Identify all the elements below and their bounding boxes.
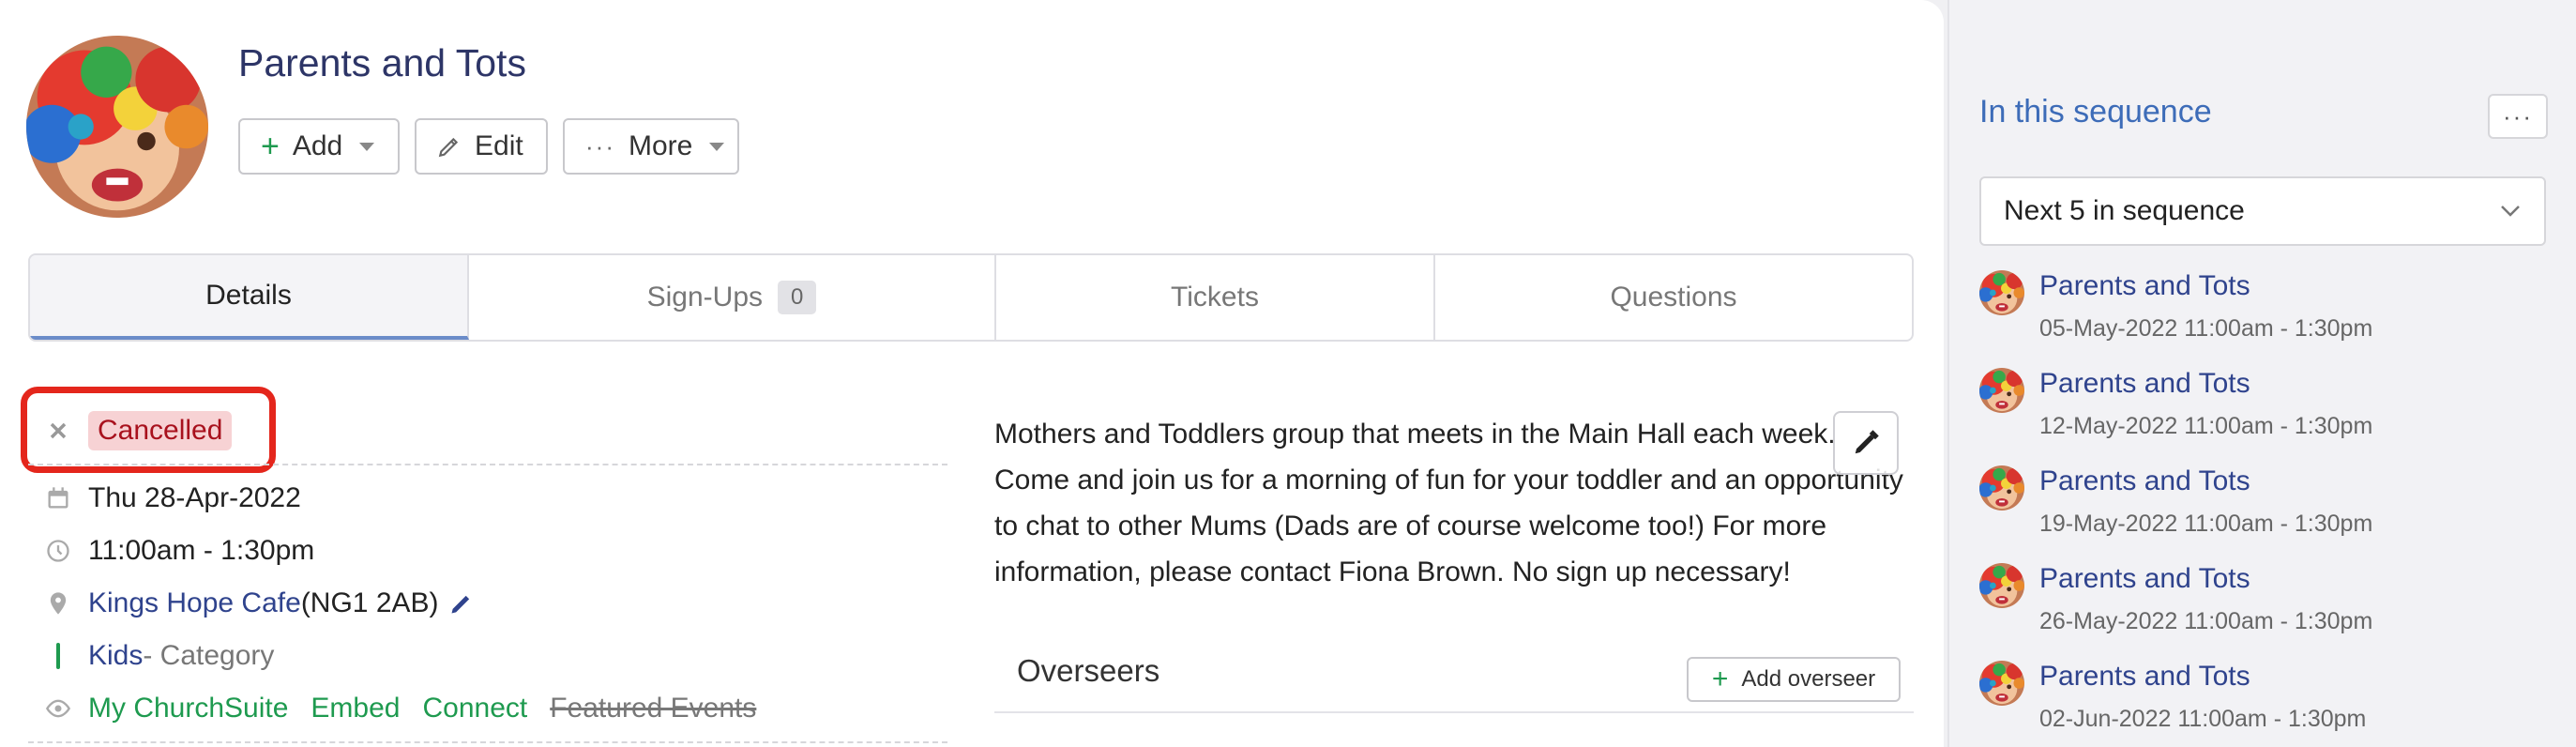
calendar-icon xyxy=(28,485,88,511)
sequence-item-date: 26-May-2022 11:00am - 1:30pm xyxy=(2039,608,2373,634)
tab-tickets[interactable]: Tickets xyxy=(996,255,1435,340)
page-title: Parents and Tots xyxy=(238,41,526,84)
sequence-item[interactable]: Parents and Tots 12-May-2022 11:00am - 1… xyxy=(1979,368,2542,454)
caret-down-icon xyxy=(709,142,725,151)
child-painted-hands-avatar-icon xyxy=(1979,563,2024,608)
add-overseer-button[interactable]: + Add overseer xyxy=(1687,657,1901,702)
sequence-item-avatar xyxy=(1979,465,2024,511)
tab-label: Tickets xyxy=(1171,282,1259,313)
sequence-item[interactable]: Parents and Tots 02-Jun-2022 11:00am - 1… xyxy=(1979,661,2542,747)
location-postcode: (NG1 2AB) xyxy=(300,587,439,618)
sequence-more-button[interactable]: ··· xyxy=(2488,94,2548,139)
sequence-item-name: Parents and Tots xyxy=(2039,465,2250,496)
add-button-label: Add xyxy=(292,130,343,161)
divider xyxy=(28,741,947,743)
edit-button[interactable]: Edit xyxy=(415,118,548,175)
event-time: 11:00am - 1:30pm xyxy=(88,535,315,566)
event-description: Mothers and Toddlers group that meets in… xyxy=(994,419,1903,587)
sequence-item-date: 02-Jun-2022 11:00am - 1:30pm xyxy=(2039,706,2367,732)
category-row: Kids - Category xyxy=(28,640,947,672)
child-painted-hands-avatar-icon xyxy=(26,36,208,218)
child-painted-hands-avatar-icon xyxy=(1979,368,2024,413)
event-date: Thu 28-Apr-2022 xyxy=(88,482,301,513)
sequence-item-avatar xyxy=(1979,270,2024,315)
pencil-icon xyxy=(438,137,459,158)
sign-ups-count-badge: 0 xyxy=(778,281,817,314)
date-row: Thu 28-Apr-2022 xyxy=(28,482,947,514)
eye-icon xyxy=(28,695,88,722)
divider xyxy=(28,464,947,465)
child-painted-hands-avatar-icon xyxy=(1979,661,2024,706)
visibility-embed: Embed xyxy=(311,693,401,724)
sequence-item-name: Parents and Tots xyxy=(2039,368,2250,399)
sequence-item-avatar xyxy=(1979,563,2024,608)
add-overseer-label: Add overseer xyxy=(1741,666,1876,692)
edit-button-label: Edit xyxy=(475,130,523,161)
location-row: Kings Hope Cafe (NG1 2AB) xyxy=(28,587,947,619)
map-pin-icon xyxy=(28,590,88,617)
location-link[interactable]: Kings Hope Cafe xyxy=(88,587,301,619)
category-color-bar-icon xyxy=(28,643,88,669)
sequence-item-date: 19-May-2022 11:00am - 1:30pm xyxy=(2039,511,2373,537)
visibility-featured-events: Featured Events xyxy=(550,693,757,724)
child-painted-hands-avatar-icon xyxy=(1979,270,2024,315)
event-tabs: Details Sign-Ups 0 Tickets Questions xyxy=(28,253,1914,342)
edit-description-button[interactable] xyxy=(1833,411,1899,475)
add-button[interactable]: + Add xyxy=(238,118,400,175)
sequence-item-date: 05-May-2022 11:00am - 1:30pm xyxy=(2039,315,2373,342)
tab-questions[interactable]: Questions xyxy=(1435,255,1912,340)
time-row: 11:00am - 1:30pm xyxy=(28,535,947,567)
event-avatar xyxy=(26,36,208,218)
caret-down-icon xyxy=(359,142,375,151)
pencil-icon xyxy=(1855,430,1879,454)
sequence-item-date: 12-May-2022 11:00am - 1:30pm xyxy=(2039,413,2373,439)
plus-icon: + xyxy=(261,129,280,164)
ellipsis-icon: ··· xyxy=(2503,101,2533,130)
visibility-connect: Connect xyxy=(422,693,528,724)
more-button[interactable]: ··· More xyxy=(563,118,739,175)
sequence-item[interactable]: Parents and Tots 26-May-2022 11:00am - 1… xyxy=(1979,563,2542,649)
plus-icon: + xyxy=(1711,663,1729,694)
child-painted-hands-avatar-icon xyxy=(1979,465,2024,511)
sequence-item-avatar xyxy=(1979,368,2024,413)
sequence-item[interactable]: Parents and Tots 19-May-2022 11:00am - 1… xyxy=(1979,465,2542,552)
tab-sign-ups[interactable]: Sign-Ups 0 xyxy=(469,255,996,340)
sequence-item[interactable]: Parents and Tots 05-May-2022 11:00am - 1… xyxy=(1979,270,2542,357)
tab-label: Questions xyxy=(1610,282,1737,313)
tab-details[interactable]: Details xyxy=(30,255,469,340)
clock-icon xyxy=(28,538,88,564)
category-link[interactable]: Kids xyxy=(88,640,143,672)
category-suffix: - Category xyxy=(143,640,275,671)
divider xyxy=(994,711,1914,713)
sequence-heading: In this sequence xyxy=(1979,94,2212,130)
overseers-heading: Overseers xyxy=(1017,653,1160,688)
status-highlight-box xyxy=(21,387,276,473)
event-main-panel: Parents and Tots + Add Edit ··· More Det… xyxy=(0,0,1944,747)
sequence-select[interactable]: Next 5 in sequence xyxy=(1979,176,2546,246)
sequence-item-avatar xyxy=(1979,661,2024,706)
more-button-label: More xyxy=(628,130,693,161)
visibility-row: My ChurchSuite Embed Connect Featured Ev… xyxy=(28,693,947,724)
edit-location-icon[interactable] xyxy=(448,590,475,617)
ellipsis-icon: ··· xyxy=(585,131,615,160)
tab-label: Details xyxy=(205,280,292,311)
sequence-select-value: Next 5 in sequence xyxy=(2004,195,2245,226)
visibility-my-churchsuite: My ChurchSuite xyxy=(88,693,289,724)
sequence-item-name: Parents and Tots xyxy=(2039,661,2250,692)
sequence-item-name: Parents and Tots xyxy=(2039,270,2250,301)
chevron-down-icon xyxy=(2501,206,2520,217)
tab-label: Sign-Ups xyxy=(646,282,764,313)
sequence-item-name: Parents and Tots xyxy=(2039,563,2250,594)
